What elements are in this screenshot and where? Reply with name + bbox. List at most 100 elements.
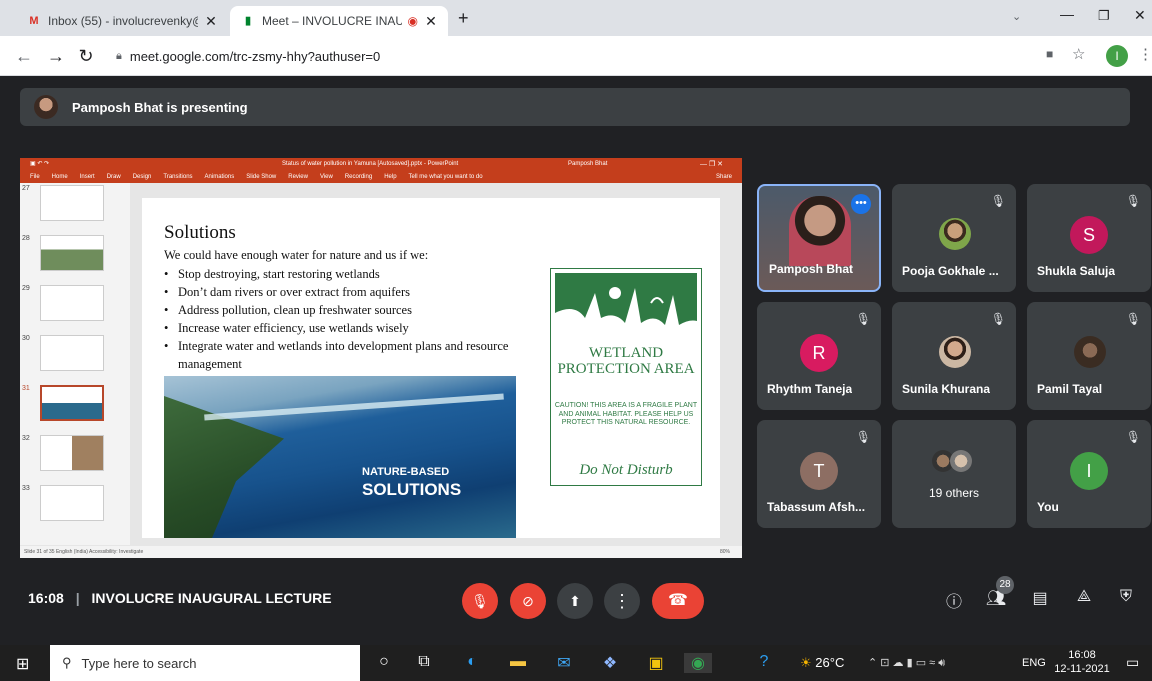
participant-tile-pamil[interactable]: 🎙︎ Pamil Tayal [1027,302,1151,410]
tab-inbox[interactable]: M Inbox (55) - involucrevenky@gm ✕ [16,6,228,36]
language-indicator[interactable]: ENG [1022,657,1046,669]
present-button[interactable]: ⬆ [557,583,593,619]
bullet-item: Integrate water and wetlands into develo… [164,337,534,373]
participant-photo [950,450,972,472]
bookmark-star-icon[interactable]: ☆ [1072,45,1085,63]
weather-icon: ☀ [800,655,812,670]
back-button[interactable]: ← [12,44,36,68]
close-icon[interactable]: ✕ [204,13,218,30]
ppt-statusbar: Slide 31 of 35 English (India) Accessibi… [20,546,742,558]
ribbon-tab: Slide Show [246,174,277,180]
participant-name: Pamil Tayal [1037,382,1103,396]
ribbon-tab: File [30,174,40,180]
ribbon-tab: Review [288,174,308,180]
ribbon-tab: Home [51,174,68,180]
browser-tab-bar: M Inbox (55) - involucrevenky@gm ✕ ▮ Mee… [0,0,1152,36]
participant-tile-rhythm[interactable]: 🎙︎ R Rhythm Taneja [757,302,881,410]
thumb-number: 32 [22,435,30,442]
meet-stage: Pamposh Bhat is presenting ▣ ↶ ↷ Status … [0,76,1152,644]
camera-toggle-button[interactable]: ⊘ [510,583,546,619]
slide-thumb [40,285,104,321]
ppt-ribbon-tabs: File Home Insert Draw Design Transitions… [20,171,742,183]
chrome-icon[interactable]: ◉ [684,653,712,673]
ppt-window-controls: — ❐ ✕ [700,161,724,168]
shared-screen: ▣ ↶ ↷ Status of water pollution in Yamun… [20,158,742,558]
participant-name: Rhythm Taneja [767,382,853,396]
help-icon[interactable]: ? [750,653,778,671]
ppt-user: Pamposh Bhat [568,161,608,167]
url-text: meet.google.com/trc-zsmy-hhy?authuser=0 [129,48,381,64]
forward-button[interactable]: → [44,44,68,68]
presenting-text: Pamposh Bhat is presenting [72,99,248,115]
weather-widget[interactable]: ☀ 26°C [800,655,844,671]
host-controls-icon[interactable]: ⛨ [1114,588,1138,606]
bullet-item: Increase water efficiency, use wetlands … [164,319,534,337]
new-tab-button[interactable]: + [458,8,469,29]
dropbox-icon[interactable]: ❖ [596,653,624,673]
window-close-button[interactable]: ✕ [1134,7,1146,24]
slide-thumb [40,485,104,521]
minimize-button[interactable]: — [1060,6,1074,22]
slide-thumb [40,235,104,271]
browser-menu-icon[interactable]: ⋮ [1138,45,1152,63]
participant-tile-tabassum[interactable]: 🎙︎ T Tabassum Afsh... [757,420,881,528]
store-icon[interactable]: ▣ [642,653,670,673]
participant-tile-sunila[interactable]: 🎙︎ Sunila Khurana [892,302,1016,410]
mic-off-icon: 🎙︎ [990,194,1006,208]
camera-icon[interactable]: ■ [1046,47,1053,61]
gmail-icon: M [29,15,39,27]
participant-tile-pamposh[interactable]: ••• Pamposh Bhat [757,184,881,292]
ribbon-tab: Recording [344,174,373,180]
windows-start-icon[interactable]: ⊞ [16,654,29,674]
clock[interactable]: 16:08 12-11-2021 [1054,648,1110,676]
slide-thumb [40,435,104,471]
info-icon[interactable]: ⓘ [942,588,966,612]
file-explorer-icon[interactable]: ▬ [504,653,532,671]
participant-tile-others[interactable]: 19 others [892,420,1016,528]
weather-temp: 26°C [815,655,845,670]
chat-icon[interactable]: ▤ [1028,588,1052,608]
meet-icon: ▮ [244,15,252,27]
thumb-number: 30 [22,335,30,342]
participant-tile-shukla[interactable]: 🎙︎ S Shukla Saluja [1027,184,1151,292]
profile-avatar[interactable]: I [1106,45,1128,67]
thumb-number: 33 [22,485,30,492]
thumb-number: 28 [22,235,30,242]
task-view-icon[interactable]: ⧉ [410,653,438,671]
system-tray-icons[interactable]: ⌃ ⊡ ☁ ▮ ▭ ≈ 🔊︎ [868,656,945,670]
activities-icon[interactable]: ⟁ [1072,588,1096,606]
windows-taskbar: ⊞ ⚲ Type here to search ○ ⧉ ◐ ▬ ✉ ❖ ▣ ◉ … [0,645,1152,681]
presenter-avatar [34,95,58,119]
notification-icon[interactable]: ▭ [1126,654,1139,671]
participant-photo [939,218,971,250]
participant-tile-pooja[interactable]: 🎙︎ Pooja Gokhale ... [892,184,1016,292]
tab-search-icon[interactable]: ⌄ [1012,10,1021,23]
restore-button[interactable]: ❐ [1098,8,1110,24]
mic-toggle-button[interactable]: 🎙︎ [462,583,498,619]
leave-call-button[interactable]: ☎︎ [652,583,704,619]
participant-name: Pooja Gokhale ... [902,264,999,278]
edge-icon[interactable]: ◐ [458,653,486,671]
more-options-icon[interactable]: ••• [851,194,871,214]
participant-initial: S [1070,216,1108,254]
ribbon-tab: Design [132,174,152,180]
taskbar-search[interactable]: ⚲ Type here to search [50,645,360,681]
coastline-image: NATURE-BASED SOLUTIONS [164,376,516,538]
url-field[interactable]: 🔒︎ meet.google.com/trc-zsmy-hhy?authuser… [108,41,1063,71]
wetland-sign-image: WETLAND PROTECTION AREA CAUTION! THIS AR… [550,268,702,486]
bullet-item: Don’t dam rivers or over extract from aq… [164,283,534,301]
cortana-icon[interactable]: ○ [370,653,398,671]
close-icon[interactable]: ✕ [424,13,438,30]
tab-meet[interactable]: ▮ Meet – INVOLUCRE INAUGU ◉ ✕ [230,6,448,36]
more-options-button[interactable]: ⋮ [604,583,640,619]
bullet-item: Stop destroying, start restoring wetland… [164,265,534,283]
image-caption-2: SOLUTIONS [362,480,462,499]
mic-off-icon: 🎙︎ [1125,194,1141,208]
participant-tile-you[interactable]: 🎙︎ I You [1027,420,1151,528]
mail-icon[interactable]: ✉ [550,653,578,673]
meet-control-bar: 16:08 | INVOLUCRE INAUGURAL LECTURE 🎙︎ ⊘… [0,568,1152,644]
tab-label: Meet – INVOLUCRE INAUGU [262,14,402,28]
reload-button[interactable]: ↻ [74,44,98,68]
presenting-banner: Pamposh Bhat is presenting [20,88,1130,126]
meeting-title: INVOLUCRE INAUGURAL LECTURE [91,590,332,606]
